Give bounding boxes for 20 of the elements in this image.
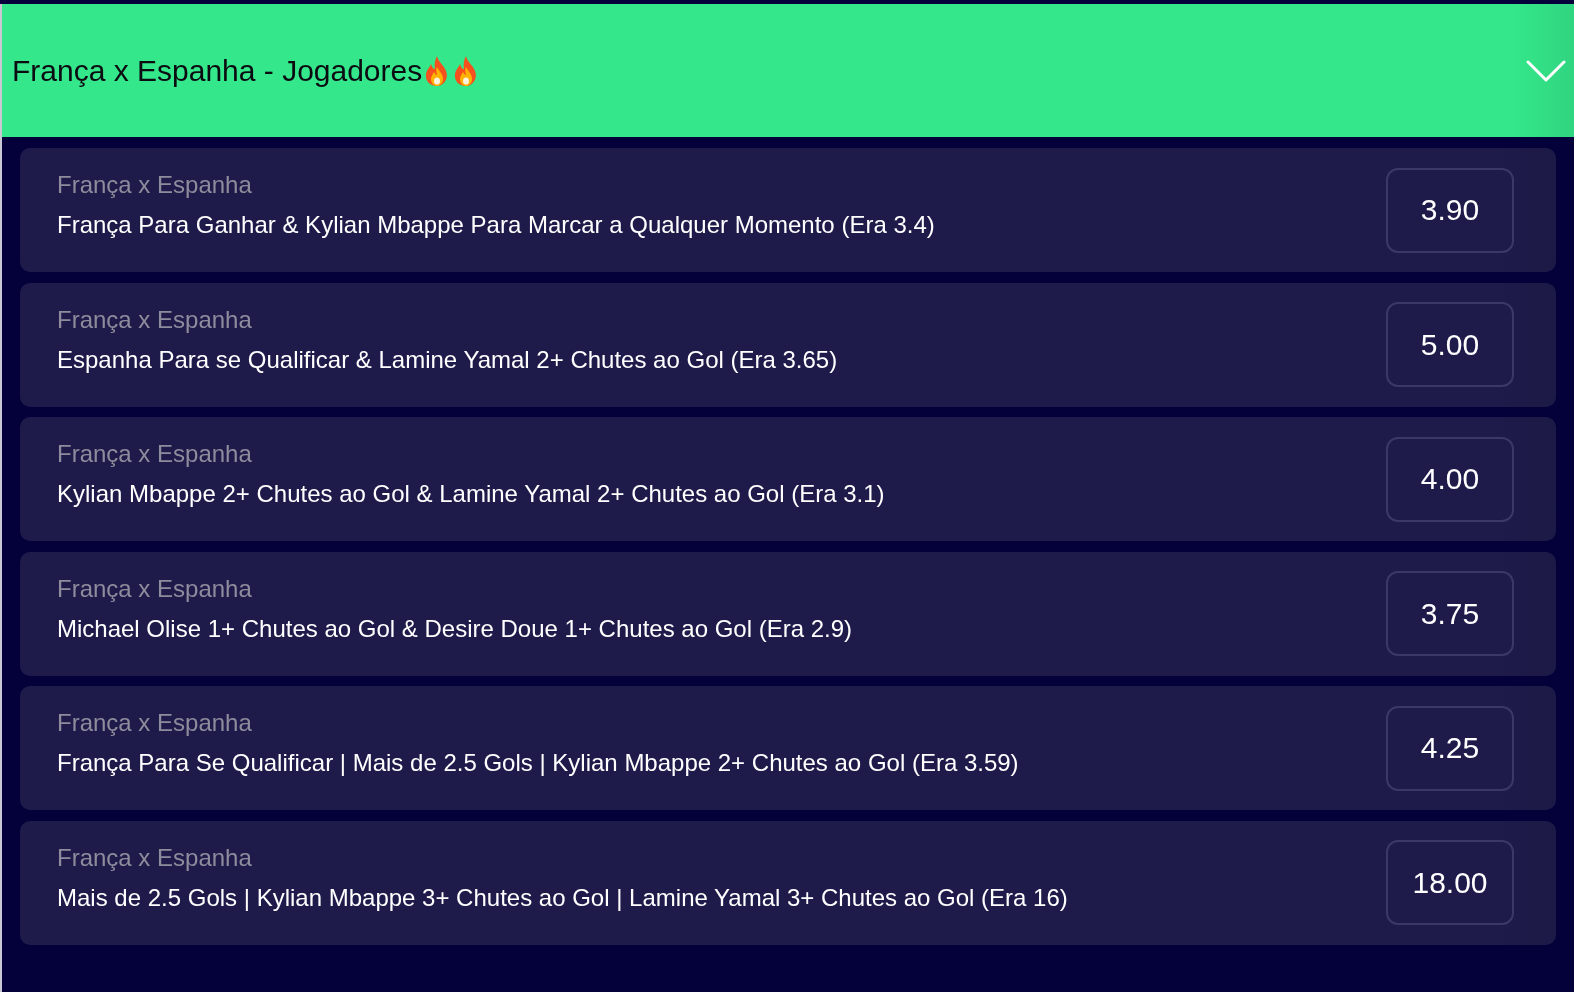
bet-selection: França Para Se Qualificar | Mais de 2.5 Gols | Kylian Mbappe 2+ Chutes ao Gol (Era 3.59): [57, 748, 1019, 779]
event-name: França x Espanha: [57, 708, 252, 739]
event-name: França x Espanha: [57, 439, 252, 470]
odds-button[interactable]: 3.90: [1386, 167, 1514, 253]
event-name: França x Espanha: [57, 170, 252, 200]
odds-button[interactable]: 5.00: [1386, 302, 1514, 388]
odds-button[interactable]: 3.75: [1386, 571, 1514, 657]
chevron-down-icon[interactable]: [1526, 58, 1566, 83]
bet-selection: Espanha Para se Qualificar & Lamine Yamal 2+ Chutes ao Gol (Era 3.65): [57, 344, 838, 375]
bet-selection: Mais de 2.5 Gols | Kylian Mbappe 3+ Chutes ao Gol | Lamine Yamal 3+ Chutes ao Gol (Era 16): [57, 882, 1068, 913]
bet-selection: Michael Olise 1+ Chutes ao Gol & Desire Doue 1+ Chutes ao Gol (Era 2.9): [57, 613, 853, 644]
odds-button[interactable]: 4.25: [1386, 705, 1514, 791]
bet-selection: França Para Ganhar & Kylian Mbappe Para Marcar a Qualquer Momento (Era 3.4): [57, 210, 935, 240]
event-name: França x Espanha: [57, 573, 252, 604]
market-title: França x Espanha - Jogadores: [12, 52, 423, 89]
odds-button[interactable]: 18.00: [1386, 840, 1514, 926]
event-name: França x Espanha: [57, 304, 252, 335]
event-name: França x Espanha: [57, 842, 252, 873]
bet-selection: Kylian Mbappe 2+ Chutes ao Gol & Lamine Yamal 2+ Chutes ao Gol (Era 3.1): [57, 479, 885, 510]
odds-button[interactable]: 4.00: [1386, 436, 1514, 522]
